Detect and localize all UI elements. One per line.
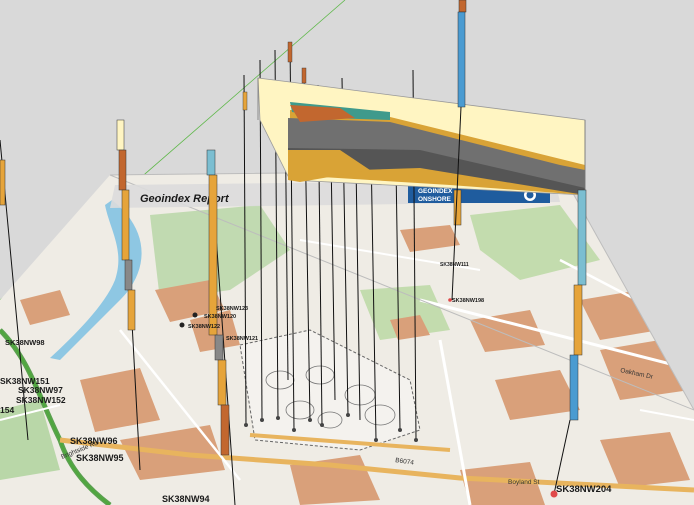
road-label-2: Boyland St (508, 479, 540, 486)
borehole-label: SK38NW94 (162, 494, 210, 504)
borehole-label: SK38NW121 (226, 336, 258, 342)
borehole-label: SK38NW152 (16, 395, 66, 405)
borehole-label: SK38NW122 (188, 324, 220, 330)
borehole-marker (448, 298, 452, 302)
3d-scene-viewport[interactable]: Geoindex Report GEOINDEX ONSHORE Brights… (0, 0, 694, 505)
borehole-label: SK38NW98 (5, 338, 45, 347)
borehole-label: SK38NW95 (76, 453, 124, 463)
borehole-label: SK38NW120 (204, 314, 236, 320)
borehole-label: 154 (0, 405, 14, 415)
borehole-label: SK38NW123 (216, 306, 248, 312)
borehole-label: SK38NW111 (440, 262, 469, 268)
logo-line-2: ONSHORE (418, 196, 452, 203)
borehole-label: SK38NW96 (70, 436, 118, 446)
borehole-label: SK38NW198 (452, 298, 484, 304)
borehole-label: SK38NW97 (18, 385, 63, 395)
logo-line-1: GEOINDEX (418, 188, 453, 195)
borehole-label: SK38NW204 (556, 484, 612, 495)
